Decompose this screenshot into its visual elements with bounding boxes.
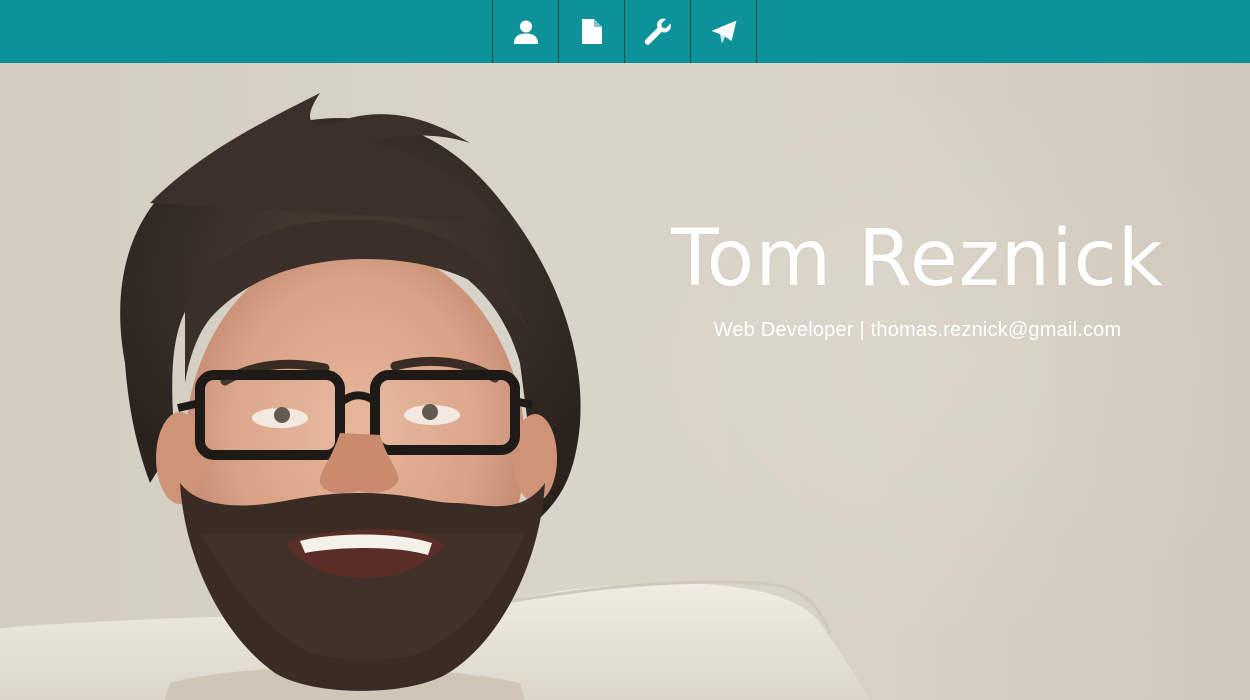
portrait-photo xyxy=(0,93,870,700)
hero-email[interactable]: thomas.reznick@gmail.com xyxy=(871,319,1122,341)
paper-plane-icon xyxy=(711,20,736,43)
hero-name: Tom Reznick xyxy=(671,214,1164,304)
top-nav-bar xyxy=(0,0,1250,63)
nav-resume-button[interactable] xyxy=(559,0,625,63)
hero-role: Web Developer xyxy=(713,319,854,341)
hero-text-block: Tom Reznick Web Developer | thomas.rezni… xyxy=(640,213,1195,342)
hero-section: Tom Reznick Web Developer | thomas.rezni… xyxy=(0,63,1250,700)
nav-skills-button[interactable] xyxy=(625,0,691,63)
document-icon xyxy=(581,19,602,44)
nav-menu xyxy=(492,0,757,63)
user-icon xyxy=(513,20,538,44)
hero-separator: | xyxy=(859,319,865,341)
wrench-icon xyxy=(644,18,671,45)
nav-about-button[interactable] xyxy=(493,0,559,63)
nav-contact-button[interactable] xyxy=(691,0,757,63)
hero-subtitle: Web Developer | thomas.reznick@gmail.com xyxy=(640,319,1195,342)
